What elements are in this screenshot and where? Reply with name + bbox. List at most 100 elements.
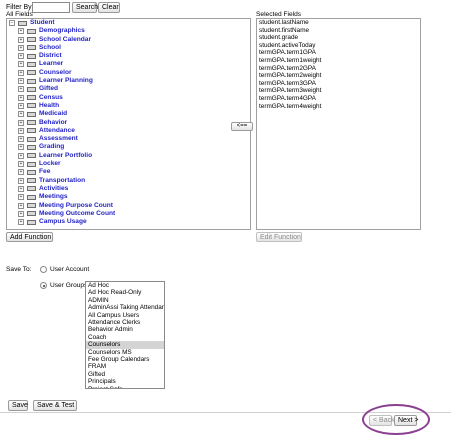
- tree-item[interactable]: + Meeting Purpose Count: [7, 202, 250, 210]
- tree-item[interactable]: + Fee: [7, 168, 250, 176]
- user-group-option[interactable]: Fee Group Calendars: [86, 356, 164, 363]
- selected-field-item[interactable]: student.lastName: [257, 19, 420, 27]
- add-function-button[interactable]: Add Function: [6, 232, 53, 242]
- tree-item[interactable]: + Transportation: [7, 177, 250, 185]
- tree-item[interactable]: + Grading: [7, 143, 250, 151]
- tree-item[interactable]: + Campus Usage: [7, 218, 250, 226]
- tree-item[interactable]: + Attendance: [7, 127, 250, 135]
- user-group-option[interactable]: Project Safe: [86, 386, 164, 388]
- tree-item[interactable]: + Gifted: [7, 85, 250, 93]
- tree-item[interactable]: + Learner Portfolio: [7, 152, 250, 160]
- selected-field-item[interactable]: termGPA.term1GPA: [257, 49, 420, 57]
- expand-icon[interactable]: +: [18, 210, 24, 217]
- tree-item[interactable]: + Assessment: [7, 135, 250, 143]
- expand-icon[interactable]: +: [18, 36, 24, 43]
- user-groups-radio[interactable]: [40, 282, 47, 289]
- selected-field-item[interactable]: termGPA.term2weight: [257, 72, 420, 80]
- user-group-option[interactable]: AdminAssi Taking Attendance: [86, 304, 164, 311]
- expand-icon[interactable]: +: [18, 119, 24, 126]
- expand-icon[interactable]: +: [18, 161, 24, 168]
- selected-field-item[interactable]: student.firstName: [257, 27, 420, 35]
- user-groups-label: User Groups: [50, 282, 88, 289]
- expand-icon[interactable]: +: [18, 28, 24, 35]
- expand-icon[interactable]: +: [18, 44, 24, 51]
- expand-icon[interactable]: +: [18, 219, 24, 226]
- tree-item[interactable]: + Counselor: [7, 69, 250, 77]
- user-group-option[interactable]: Behavior Admin: [86, 326, 164, 333]
- save-button[interactable]: Save: [8, 400, 28, 411]
- expand-icon[interactable]: +: [18, 152, 24, 159]
- expand-icon[interactable]: +: [18, 185, 24, 192]
- user-group-option[interactable]: Gifted: [86, 371, 164, 378]
- selected-field-item[interactable]: termGPA.term4weight: [257, 103, 420, 111]
- selected-field-item[interactable]: termGPA.term2GPA: [257, 65, 420, 73]
- tree-item[interactable]: + Learner Planning: [7, 77, 250, 85]
- expand-icon[interactable]: +: [18, 94, 24, 101]
- filter-input[interactable]: [32, 2, 70, 13]
- tree-item[interactable]: + Medicaid: [7, 110, 250, 118]
- expand-icon[interactable]: +: [18, 86, 24, 93]
- move-left-button[interactable]: <==: [231, 122, 253, 131]
- user-group-option[interactable]: ADMIN: [86, 297, 164, 304]
- expand-icon[interactable]: +: [18, 202, 24, 209]
- selected-field-item[interactable]: termGPA.term3weight: [257, 87, 420, 95]
- selected-field-item[interactable]: termGPA.term4GPA: [257, 95, 420, 103]
- expand-icon[interactable]: +: [18, 53, 24, 60]
- folder-icon: [27, 37, 36, 43]
- user-account-radio[interactable]: [40, 266, 47, 273]
- user-group-option[interactable]: Counselors MS: [86, 349, 164, 356]
- clear-button[interactable]: Clear: [98, 2, 120, 13]
- tree-item[interactable]: + School Calendar: [7, 36, 250, 44]
- folder-icon: [27, 53, 36, 59]
- selected-field-item[interactable]: student.activeToday: [257, 42, 420, 50]
- tree-item[interactable]: + Behavior: [7, 119, 250, 127]
- folder-icon: [27, 120, 36, 126]
- save-test-button[interactable]: Save & Test: [33, 400, 77, 411]
- selected-field-item[interactable]: student.grade: [257, 34, 420, 42]
- selected-fields-list[interactable]: student.lastName student.firstName student…: [256, 18, 421, 230]
- tree-item[interactable]: + Locker: [7, 160, 250, 168]
- expand-icon[interactable]: +: [18, 127, 24, 134]
- selected-fields-items: student.lastName student.firstName student…: [257, 19, 420, 110]
- tree-item-label: Demographics: [39, 27, 85, 35]
- tree-item-label: School Calendar: [39, 35, 92, 43]
- tree-item[interactable]: + School: [7, 44, 250, 52]
- selected-field-item[interactable]: termGPA.term3GPA: [257, 80, 420, 88]
- tree-item[interactable]: + Meetings: [7, 193, 250, 201]
- user-group-option[interactable]: FRAM: [86, 363, 164, 370]
- expand-icon[interactable]: +: [18, 136, 24, 143]
- tree-item[interactable]: + Census: [7, 94, 250, 102]
- tree-root[interactable]: − Student: [7, 19, 250, 27]
- expand-icon[interactable]: +: [18, 69, 24, 76]
- expand-icon[interactable]: +: [18, 61, 24, 68]
- user-group-option[interactable]: All Campus Users: [86, 312, 164, 319]
- user-group-option[interactable]: Ad Hoc: [86, 282, 164, 289]
- expand-icon[interactable]: +: [18, 194, 24, 201]
- tree-item[interactable]: + District: [7, 52, 250, 60]
- selected-field-item[interactable]: termGPA.term1weight: [257, 57, 420, 65]
- user-group-option[interactable]: Counselors: [86, 341, 164, 349]
- folder-icon: [18, 20, 27, 26]
- user-group-option[interactable]: Coach: [86, 334, 164, 341]
- all-fields-tree[interactable]: − Student + Demographics + School Calendar +…: [6, 18, 251, 230]
- next-button[interactable]: Next >: [394, 415, 418, 426]
- expand-icon[interactable]: +: [18, 169, 24, 176]
- tree-item[interactable]: + Activities: [7, 185, 250, 193]
- collapse-icon[interactable]: −: [9, 20, 15, 26]
- tree-item[interactable]: + Demographics: [7, 27, 250, 35]
- user-group-option[interactable]: Ad Hoc Read-Only: [86, 289, 164, 296]
- expand-icon[interactable]: +: [18, 177, 24, 184]
- search-button[interactable]: Search: [72, 2, 98, 13]
- user-group-option[interactable]: Attendance Clerks: [86, 319, 164, 326]
- expand-icon[interactable]: +: [18, 111, 24, 118]
- tree-item[interactable]: + Health: [7, 102, 250, 110]
- user-groups-list[interactable]: Ad Hoc Ad Hoc Read-Only ADMIN AdminAssi Tak…: [85, 281, 165, 389]
- expand-icon[interactable]: +: [18, 102, 24, 109]
- tree-item[interactable]: + Learner: [7, 60, 250, 68]
- expand-icon[interactable]: +: [18, 78, 24, 85]
- back-button: < Back: [369, 415, 395, 426]
- tree-item[interactable]: + Meeting Outcome Count: [7, 210, 250, 218]
- user-group-option[interactable]: Principals: [86, 378, 164, 385]
- expand-icon[interactable]: +: [18, 144, 24, 151]
- edit-function-button: Edit Function: [256, 232, 302, 242]
